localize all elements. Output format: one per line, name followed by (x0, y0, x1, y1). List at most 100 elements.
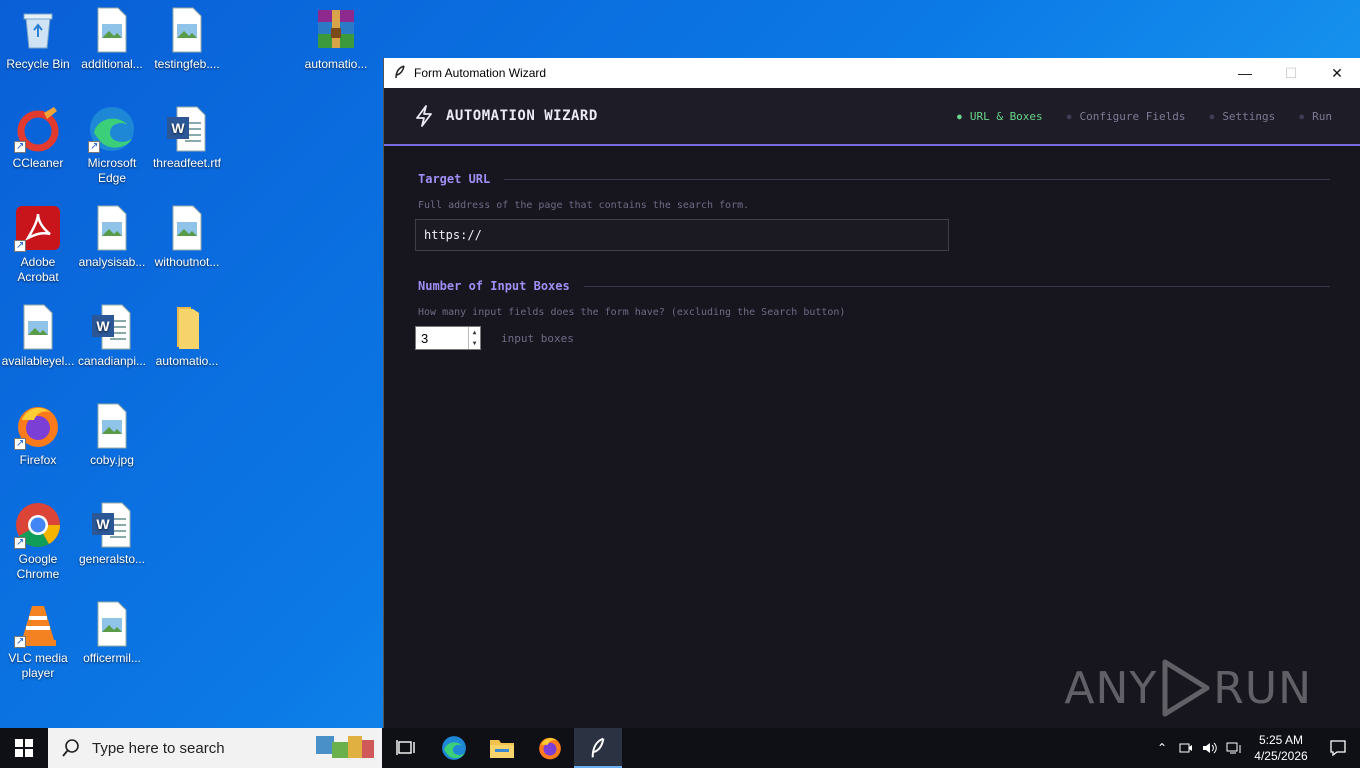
edge-icon (442, 736, 466, 760)
maximize-button[interactable]: ☐ (1268, 58, 1314, 88)
windows-logo-icon (15, 739, 33, 757)
taskbar-form-wizard[interactable] (574, 728, 622, 768)
desktop: Recycle Bin CCleaner Adobe Acrobat avail… (0, 0, 383, 728)
input-boxes-section: Number of Input Boxes How many input fie… (415, 279, 1330, 350)
folder-icon (163, 303, 211, 351)
image-file-icon (163, 6, 211, 54)
image-file-icon (14, 303, 62, 351)
desktop-icon-recycle-bin[interactable]: Recycle Bin (0, 6, 76, 98)
svg-text:W: W (96, 318, 110, 334)
step-dot-icon: ● (1066, 111, 1072, 121)
input-boxes-unit: input boxes (501, 331, 574, 345)
word-document-icon: W (88, 303, 136, 351)
desktop-icon-threadfeet[interactable]: W threadfeet.rtf (149, 105, 225, 197)
svg-text:W: W (171, 120, 185, 136)
meet-now-icon[interactable] (1174, 741, 1198, 755)
spin-up-icon[interactable]: ▲ (469, 327, 480, 338)
firefox-icon (539, 737, 561, 760)
desktop-icon-vlc[interactable]: VLC media player (0, 600, 76, 692)
anyrun-watermark: ANY RUN (1064, 658, 1312, 718)
taskbar-firefox[interactable] (526, 728, 574, 768)
play-logo-icon (1162, 659, 1210, 717)
desktop-icon-analysisab[interactable]: analysisab... (74, 204, 150, 296)
recycle-bin-icon (14, 6, 62, 54)
system-tray: ⌃ 5:25 AM 4/25/2026 (1150, 728, 1360, 768)
firefox-icon (14, 402, 62, 451)
step-configure-fields[interactable]: ● Configure Fields (1067, 110, 1186, 123)
wizard-steps: ● URL & Boxes ● Configure Fields ● Settings… (957, 110, 1332, 123)
section-divider (583, 285, 1330, 287)
spin-down-icon[interactable]: ▼ (469, 338, 480, 349)
taskbar-search[interactable]: Type here to search (48, 728, 382, 768)
word-document-icon: W (88, 501, 136, 549)
desktop-icon-adobe-acrobat[interactable]: Adobe Acrobat (0, 204, 76, 296)
search-highlight-icon (316, 736, 374, 758)
clock-date: 4/25/2026 (1254, 749, 1308, 763)
clock-time: 5:25 AM (1258, 733, 1304, 747)
target-url-description: Full address of the page that contains t… (418, 200, 750, 211)
desktop-icon-testingfeb[interactable]: testingfeb.... (149, 6, 225, 98)
desktop-icon-automation-folder[interactable]: automatio... (149, 303, 225, 395)
desktop-icon-generalsto[interactable]: W generalsto... (74, 501, 150, 593)
adobe-acrobat-icon (14, 204, 62, 253)
ccleaner-icon (14, 105, 62, 154)
step-dot-icon: ● (1299, 111, 1305, 121)
input-boxes-value[interactable]: 3 (416, 331, 468, 346)
wizard-body: Target URL Full address of the page that… (384, 146, 1360, 350)
chrome-icon (14, 501, 62, 550)
file-explorer-icon (490, 740, 514, 758)
desktop-icon-google-chrome[interactable]: Google Chrome (0, 501, 76, 593)
input-boxes-spinbox[interactable]: 3 ▲ ▼ (415, 326, 481, 350)
desktop-icon-firefox[interactable]: Firefox (0, 402, 76, 494)
word-document-icon: W (163, 105, 211, 153)
lightning-icon (416, 105, 432, 127)
desktop-icon-withoutnot[interactable]: withoutnot... (149, 204, 225, 296)
volume-icon[interactable] (1198, 741, 1222, 755)
desktop-icon-additional[interactable]: additional... (74, 6, 150, 98)
notification-center-button[interactable] (1316, 739, 1360, 757)
notification-icon (1330, 740, 1346, 757)
step-dot-icon: ● (957, 111, 962, 121)
title-bar[interactable]: Form Automation Wizard — ☐ ✕ (384, 58, 1360, 88)
image-file-icon (163, 204, 211, 252)
input-boxes-description: How many input fields does the form have… (418, 307, 846, 318)
wizard-title: AUTOMATION WIZARD (446, 108, 598, 124)
start-button[interactable] (0, 728, 48, 768)
search-placeholder: Type here to search (92, 739, 225, 757)
desktop-icon-ccleaner[interactable]: CCleaner (0, 105, 76, 197)
desktop-icon-microsoft-edge[interactable]: Microsoft Edge (74, 105, 150, 197)
chevron-up-icon[interactable]: ⌃ (1150, 741, 1174, 755)
desktop-icon-coby[interactable]: coby.jpg (74, 402, 150, 494)
desktop-icon-officermil[interactable]: officermil... (74, 600, 150, 692)
close-button[interactable]: ✕ (1314, 58, 1360, 88)
section-divider (504, 178, 1330, 180)
step-settings[interactable]: ● Settings (1209, 110, 1275, 123)
search-icon (62, 739, 79, 757)
minimize-button[interactable]: — (1222, 58, 1268, 88)
step-run[interactable]: ● Run (1299, 110, 1332, 123)
desktop-icon-availableyel[interactable]: availableyel... (0, 303, 76, 395)
taskbar-file-explorer[interactable] (478, 728, 526, 768)
input-boxes-title: Number of Input Boxes (418, 279, 570, 293)
wizard-header: AUTOMATION WIZARD ● URL & Boxes ● Configur… (384, 88, 1360, 146)
taskbar-edge[interactable] (430, 728, 478, 768)
image-file-icon (88, 600, 136, 648)
clock[interactable]: 5:25 AM 4/25/2026 (1246, 732, 1316, 764)
window-title: Form Automation Wizard (414, 66, 547, 80)
image-file-icon (88, 204, 136, 252)
task-view-button[interactable] (382, 728, 430, 768)
wizard-window: Form Automation Wizard — ☐ ✕ AUTOMATION … (383, 58, 1360, 728)
network-icon[interactable] (1222, 741, 1246, 755)
target-url-input[interactable]: https:// (415, 219, 949, 251)
feather-icon (394, 64, 408, 82)
edge-icon (88, 105, 136, 154)
svg-text:W: W (96, 516, 110, 532)
target-url-section: Target URL Full address of the page that… (415, 172, 1330, 251)
taskbar: Type here to search ⌃ 5:25 AM 4/25/2026 (0, 728, 1360, 768)
desktop-icon-automation-archive[interactable]: automatio... (298, 6, 374, 98)
desktop-icon-canadianpi[interactable]: W canadianpi... (74, 303, 150, 395)
target-url-title: Target URL (418, 172, 491, 186)
feather-app-icon (591, 737, 605, 758)
step-url-boxes[interactable]: ● URL & Boxes (957, 110, 1043, 123)
image-file-icon (88, 402, 136, 450)
